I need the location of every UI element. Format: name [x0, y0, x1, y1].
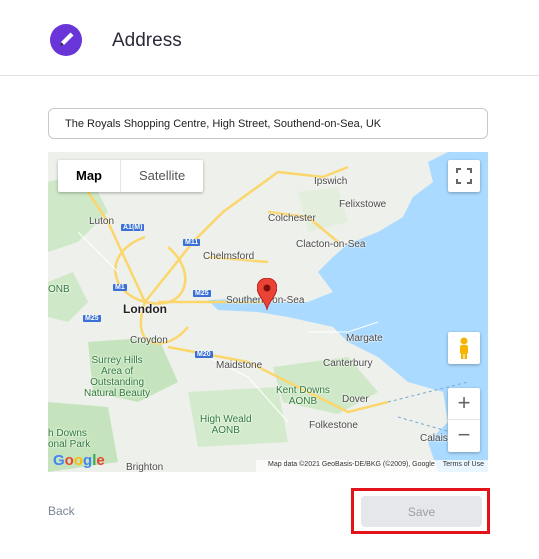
map-label-high-weald: High Weald AONB: [200, 414, 252, 436]
map-label-margate: Margate: [346, 333, 383, 344]
map-label-clacton: Clacton-on-Sea: [296, 239, 366, 250]
road-shield-m25: M25: [193, 290, 211, 297]
address-input[interactable]: [48, 108, 488, 139]
map-label-folkestone: Folkestone: [309, 420, 358, 431]
map-label-surrey-hills: Surrey Hills Area of Outstanding Natural…: [84, 355, 151, 399]
zoom-control: + −: [448, 388, 480, 452]
map-label-colchester: Colchester: [268, 213, 316, 224]
map-label-onb: ONB: [48, 284, 70, 295]
map-label-chelmsford: Chelmsford: [203, 251, 255, 262]
map-label-canterbury: Canterbury: [323, 358, 373, 369]
map-label-dover: Dover: [342, 394, 369, 405]
map-type-control: Map Satellite: [58, 160, 204, 192]
zoom-out-button[interactable]: −: [448, 420, 480, 452]
road-shield-a1m: A1(M): [121, 224, 145, 231]
map-attribution: Map data ©2021 GeoBasis-DE/BKG (©2009), …: [256, 460, 488, 472]
attribution-text: Map data ©2021 GeoBasis-DE/BKG (©2009), …: [268, 461, 435, 468]
map-label-ipswich: Ipswich: [314, 176, 348, 187]
map-label-south-downs: h Downs onal Park: [48, 428, 91, 450]
road-shield-m20: M20: [195, 351, 213, 358]
street-view-pegman-button[interactable]: [448, 332, 480, 364]
map-label-croydon: Croydon: [130, 335, 168, 346]
road-shield-m25-west: M25: [83, 315, 101, 322]
location-marker-icon[interactable]: [256, 277, 278, 315]
map-label-kent-downs: Kent Downs AONB: [276, 385, 330, 407]
map-label-brighton: Brighton: [126, 462, 164, 472]
road-shield-m11: M11: [183, 239, 201, 246]
map-label-calais: Calais: [420, 433, 448, 444]
address-dialog: Address The Royals Shopping Centre, High…: [0, 0, 539, 559]
road-shield-m1: M1: [113, 284, 127, 291]
pegman-icon: [460, 337, 468, 359]
save-button[interactable]: Save: [361, 496, 482, 527]
map-type-map-button[interactable]: Map: [58, 160, 121, 192]
map-view[interactable]: Ipswich Felixstowe Colchester Clacton-on…: [48, 152, 488, 472]
back-link[interactable]: Back: [48, 504, 75, 518]
pencil-icon: [50, 24, 82, 56]
fullscreen-icon: [456, 168, 472, 184]
map-label-london: London: [123, 302, 167, 316]
map-type-satellite-button[interactable]: Satellite: [121, 160, 203, 192]
map-label-felixstowe: Felixstowe: [339, 199, 387, 210]
map-label-maidstone: Maidstone: [216, 360, 263, 371]
zoom-in-button[interactable]: +: [448, 388, 480, 420]
terms-of-use-link[interactable]: Terms of Use: [443, 461, 484, 468]
dialog-header: Address: [0, 0, 539, 76]
map-label-luton: Luton: [89, 216, 115, 227]
google-logo: Google: [53, 452, 105, 469]
fullscreen-button[interactable]: [448, 160, 480, 192]
page-title: Address: [112, 30, 182, 51]
